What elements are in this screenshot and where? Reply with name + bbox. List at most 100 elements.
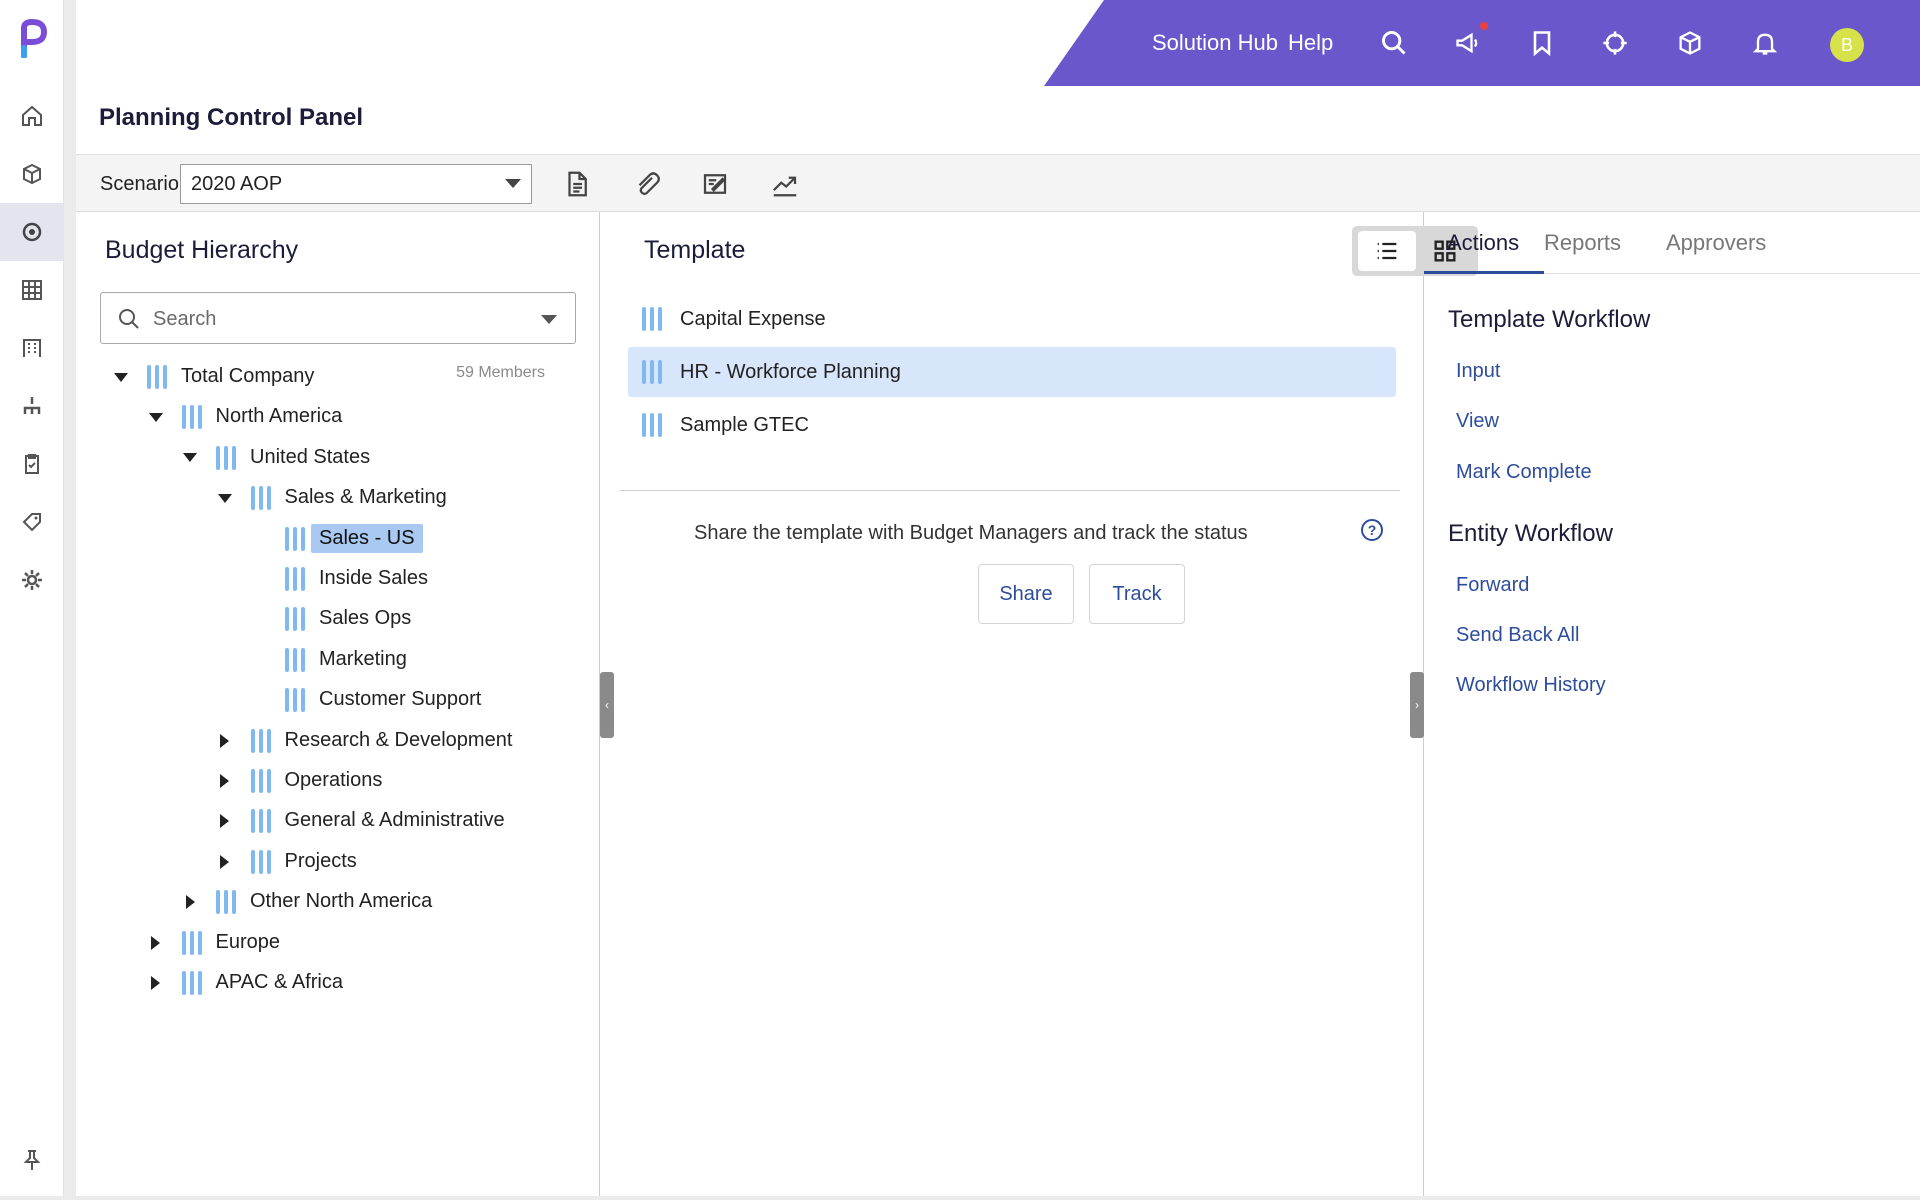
tab-reports[interactable]: Reports [1544, 230, 1621, 256]
caret-down-icon[interactable] [148, 409, 164, 425]
tab-approvers[interactable]: Approvers [1666, 230, 1766, 256]
caret-right-icon[interactable] [148, 935, 164, 951]
help-link[interactable]: Help [1288, 0, 1333, 86]
nav-settings[interactable] [0, 551, 64, 609]
edit-note-icon[interactable] [700, 169, 730, 199]
entity-workflow-title: Entity Workflow [1448, 520, 1613, 547]
caret-right-icon[interactable] [217, 733, 233, 749]
help-icon[interactable]: ? [1361, 519, 1383, 541]
nav-reports[interactable] [0, 319, 64, 377]
node-bars-icon [285, 607, 309, 632]
tree-node[interactable]: Projects [76, 842, 596, 882]
input-link[interactable]: Input [1456, 360, 1500, 383]
tag-icon [22, 513, 41, 532]
building-icon [23, 339, 41, 357]
caret-down-icon[interactable] [217, 490, 233, 506]
announcements-button[interactable] [1454, 0, 1482, 86]
trend-chart-icon[interactable] [770, 169, 800, 199]
node-bars-icon [250, 486, 275, 511]
send-back-all-link[interactable]: Send Back All [1456, 624, 1579, 647]
template-workflow-title: Template Workflow [1448, 306, 1651, 333]
node-bars-icon [250, 809, 275, 834]
scenario-select[interactable]: 2020 AOP [180, 164, 532, 204]
tree-node[interactable]: North America [76, 397, 596, 437]
caret-right-icon[interactable] [217, 854, 233, 870]
nav-control-panel[interactable] [0, 203, 64, 261]
solution-hub-link[interactable]: Solution Hub [1152, 0, 1278, 86]
tree-node[interactable]: Operations [76, 761, 596, 801]
tree-node[interactable]: United States [76, 438, 596, 478]
node-bars-icon [250, 769, 275, 793]
megaphone-icon [1456, 32, 1478, 54]
caret-down-icon[interactable] [182, 450, 198, 466]
bell-icon [1752, 33, 1778, 55]
collapse-right-handle[interactable]: › [1410, 672, 1424, 738]
caret-down-icon[interactable] [113, 369, 129, 385]
tree-node[interactable]: Customer Support [76, 680, 596, 720]
target-icon [22, 222, 42, 242]
members-count: 59 Members [456, 364, 545, 381]
tree-node[interactable]: Sales & Marketing [76, 478, 596, 518]
workflow-history-link[interactable]: Workflow History [1456, 674, 1606, 697]
template-item[interactable]: HR - Workforce Planning [628, 347, 1396, 397]
node-bars-icon [216, 890, 240, 915]
tree-node[interactable]: Europe [76, 923, 596, 963]
template-item-label: Sample GTEC [680, 413, 809, 436]
view-link[interactable]: View [1456, 410, 1499, 433]
tree-node[interactable]: Other North America [76, 882, 596, 922]
package-button[interactable] [1676, 0, 1704, 86]
track-button[interactable]: Track [1089, 564, 1185, 624]
tree-node-label: Sales Ops [319, 607, 412, 630]
budget-hierarchy-title: Budget Hierarchy [105, 236, 299, 264]
share-button[interactable]: Share [978, 564, 1074, 624]
nav-models[interactable] [0, 145, 64, 203]
tree-node[interactable]: Research & Development [76, 721, 596, 761]
user-avatar[interactable]: B [1830, 28, 1864, 62]
tree-node-label: Total Company [181, 365, 315, 387]
mark-complete-link[interactable]: Mark Complete [1456, 461, 1592, 484]
tree-node-label: Sales - US [311, 523, 423, 553]
caret-right-icon[interactable] [182, 894, 198, 910]
search-button[interactable] [1380, 0, 1408, 86]
template-bars-icon [642, 413, 666, 437]
template-item-label: Capital Expense [680, 307, 826, 330]
notifications-button[interactable] [1751, 0, 1779, 86]
list-view-button[interactable] [1358, 231, 1416, 271]
bookmarks-button[interactable] [1528, 0, 1556, 86]
announcement-indicator [1480, 22, 1488, 30]
nav-home[interactable] [0, 87, 64, 145]
nav-hierarchy[interactable] [0, 377, 64, 435]
tree-node[interactable]: Sales Ops [76, 599, 596, 639]
tab-actions[interactable]: Actions [1447, 230, 1519, 256]
template-item[interactable]: Sample GTEC [628, 400, 1396, 450]
chevron-down-icon [505, 179, 521, 188]
nav-tasks[interactable] [0, 435, 64, 493]
tree-node[interactable]: APAC & Africa [76, 963, 596, 1003]
pin-icon[interactable] [20, 1148, 44, 1172]
header-bar: Solution Hub Help B [1044, 0, 1920, 86]
tree-node-label: Marketing [319, 647, 407, 670]
tree-node[interactable]: Marketing [76, 640, 596, 680]
tree-node[interactable]: Inside Sales [76, 559, 596, 599]
node-bars-icon [285, 647, 309, 672]
gear-icon [22, 570, 42, 590]
crosshair-button[interactable] [1601, 0, 1629, 86]
caret-right-icon[interactable] [148, 975, 164, 991]
nav-tags[interactable] [0, 493, 64, 551]
tree-node[interactable]: General & Administrative [76, 801, 596, 841]
tree-node[interactable]: Sales - US [76, 519, 596, 559]
caret-right-icon[interactable] [217, 773, 233, 789]
forward-link[interactable]: Forward [1456, 574, 1529, 597]
app-logo[interactable] [18, 18, 48, 58]
template-item[interactable]: Capital Expense [628, 294, 1396, 344]
search-icon [1382, 31, 1406, 55]
main-area: Solution Hub Help B Planning Control Pan… [76, 0, 1920, 1196]
hierarchy-search-input[interactable]: Search [100, 292, 576, 344]
nav-grid[interactable] [0, 261, 64, 319]
caret-right-icon[interactable] [217, 813, 233, 829]
tree-node-label: Other North America [250, 890, 433, 913]
document-icon[interactable] [562, 169, 592, 199]
node-bars-icon [250, 849, 275, 874]
attachment-icon[interactable] [632, 169, 662, 199]
scenario-label: Scenario [100, 173, 179, 195]
